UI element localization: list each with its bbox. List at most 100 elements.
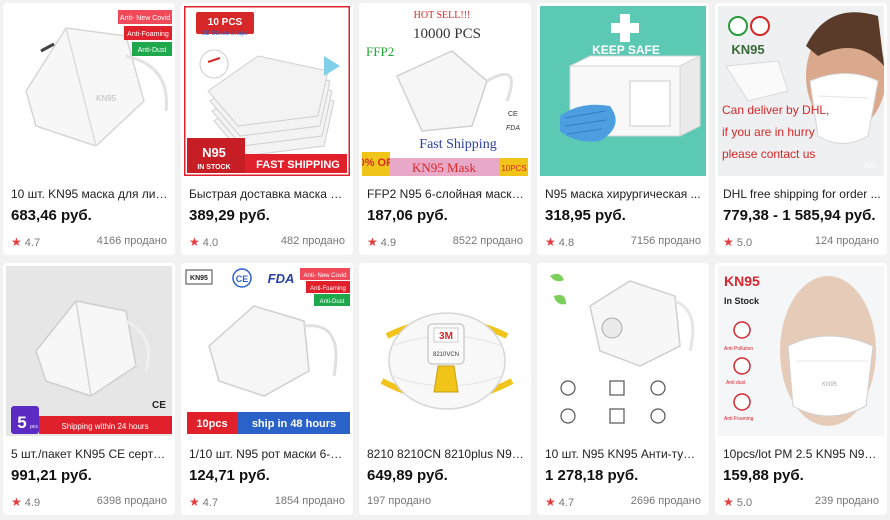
label-kn95-mask: KN95 Mask [412, 160, 476, 175]
label-shipping-24h: Shipping within 24 hours [61, 422, 148, 431]
product-title[interactable]: DHL free shipping for order ... [723, 187, 881, 201]
product-price: 124,71 руб. [189, 467, 270, 484]
label-anti-pollution: Anti Pollution [724, 346, 753, 352]
product-card[interactable]: 3M 8210VCN 8210 8210CN 8210plus N95 ... … [359, 263, 531, 515]
product-image[interactable]: 10 PCS 3D Stereo Shape N95 IN STOCK FAST… [184, 6, 350, 176]
product-sold: 124 продано [814, 235, 879, 247]
product-rating: 5.0 [736, 237, 753, 249]
product-rating: 4.8 [558, 237, 575, 249]
product-card[interactable]: KN95 In Stock Anti Pollution Anti dust A… [715, 263, 887, 515]
label-model: 8210VCN [433, 352, 459, 358]
product-title[interactable]: 10 шт. KN95 маска для лица... [11, 187, 169, 201]
star-icon: ★ [189, 495, 200, 509]
product-title[interactable]: 5 шт./пакет KN95 CE серти... [11, 447, 169, 461]
product-meta: ★ 5.0 124 продано [723, 235, 879, 249]
product-meta: ★ 4.8 7156 продано [545, 235, 701, 249]
badge-anti-covid: Anti- New Covid [303, 273, 346, 279]
product-card[interactable]: 10 шт. N95 KN95 Анти-тума... 1 278,18 ру… [537, 263, 709, 515]
label-kn95: KN95 [724, 273, 760, 289]
star-icon: ★ [189, 235, 200, 249]
label-anti-dust: Anti dust [726, 380, 746, 386]
product-image[interactable]: 3M 8210VCN [362, 266, 528, 436]
product-card[interactable]: Anti- New Covid Anti-Foaming Anti-Dust K… [3, 3, 175, 255]
product-price: 187,06 руб. [367, 207, 448, 224]
badge-anti-dust: Anti-Dust [138, 47, 167, 54]
product-title[interactable]: 10pcs/lot PM 2.5 KN95 N95 ... [723, 447, 881, 461]
label-10pcs: 10PCS [501, 164, 526, 173]
product-image[interactable]: KN95 In Stock Anti Pollution Anti dust A… [718, 266, 884, 436]
product-meta: ★ 4.7 2696 продано [545, 495, 701, 509]
product-card[interactable]: KN95 Can deliver by DHL, if you are in h… [715, 3, 887, 255]
product-image[interactable]: Anti- New Covid Anti-Foaming Anti-Dust K… [6, 6, 172, 176]
product-card[interactable]: KN95 CE FDA Anti- New Covid Anti-Foaming… [181, 263, 353, 515]
product-card[interactable]: HOT SELL!!! 10000 PCS FFP2 CE FDA Fast S… [359, 3, 531, 255]
label-in-stock: In Stock [724, 296, 760, 306]
product-card[interactable]: CE 5 pcs Shipping within 24 hours 5 шт./… [3, 263, 175, 515]
star-icon: ★ [545, 235, 556, 249]
product-title[interactable]: N95 маска хирургическая ... [545, 187, 703, 201]
product-image[interactable]: CE 5 pcs Shipping within 24 hours [6, 266, 172, 436]
product-sold: 7156 продано [630, 235, 701, 247]
product-sold: 197 продано [367, 495, 432, 507]
product-sold: 4166 продано [96, 235, 167, 247]
product-rating: 4.0 [202, 237, 219, 249]
star-icon: ★ [11, 235, 22, 249]
label-3m: 3M [439, 331, 453, 342]
star-icon: ★ [723, 495, 734, 509]
product-price: 159,88 руб. [723, 467, 804, 484]
product-sold: 1854 продано [274, 495, 345, 507]
product-sold: 2696 продано [630, 495, 701, 507]
product-title[interactable]: Быстрая доставка маска N95... [189, 187, 347, 201]
label-ffp2: FFP2 [366, 44, 394, 59]
product-price: 318,95 руб. [545, 207, 626, 224]
label-anti-foaming: Anti Foaming [724, 416, 754, 422]
product-image[interactable]: KN95 CE FDA Anti- New Covid Anti-Foaming… [184, 266, 350, 436]
mask-print: KN95 [96, 94, 117, 103]
product-meta: ★ 4.7 4166 продано [11, 235, 167, 249]
label-5: 5 [17, 413, 26, 432]
product-meta: ★ 4.9 8522 продано [367, 235, 523, 249]
label-ship-48h: ship in 48 hours [252, 418, 336, 430]
product-rating: 4.9 [380, 237, 397, 249]
badge-anti-covid: Anti- New Covid [120, 15, 170, 22]
product-image[interactable]: KN95 Can deliver by DHL, if you are in h… [718, 6, 884, 176]
label-fda: FDA [506, 125, 520, 132]
product-sold: 8522 продано [452, 235, 523, 247]
product-rating: 4.7 [24, 237, 41, 249]
label-fda: FDA [268, 271, 295, 286]
label-10pcs: 10 PCS [208, 17, 243, 28]
label-ce: CE [152, 400, 166, 411]
badge-anti-foaming: Anti-Foaming [310, 286, 346, 292]
label-ce: CE [508, 111, 518, 118]
product-price: 779,38 - 1 585,94 руб. [723, 207, 876, 224]
product-meta: ★ 5.0 239 продано [723, 495, 879, 509]
product-title[interactable]: FFP2 N95 6-слойная маска, ... [367, 187, 525, 201]
label-fast-shipping: Fast Shipping [419, 137, 496, 152]
badge-anti-dust: Anti-Dust [320, 299, 345, 305]
mask-print: KN95 [822, 382, 838, 388]
product-card[interactable]: 10 PCS 3D Stereo Shape N95 IN STOCK FAST… [181, 3, 353, 255]
label-dhl-line3: please contact us [722, 147, 815, 161]
star-icon: ★ [545, 495, 556, 509]
product-price: 683,46 руб. [11, 207, 92, 224]
label-ad: AD [864, 161, 875, 170]
star-icon: ★ [723, 235, 734, 249]
product-card[interactable]: KEEP SAFE N95 маска хирургическая ... 31… [537, 3, 709, 255]
product-title[interactable]: 10 шт. N95 KN95 Анти-тума... [545, 447, 703, 461]
product-sold: 6398 продано [96, 495, 167, 507]
product-image[interactable]: HOT SELL!!! 10000 PCS FFP2 CE FDA Fast S… [362, 6, 528, 176]
label-hot-sell: HOT SELL!!! [414, 10, 471, 21]
label-kn95: KN95 [190, 275, 208, 282]
product-image[interactable]: KEEP SAFE [540, 6, 706, 176]
product-meta: ★ 4.7 1854 продано [189, 495, 345, 509]
product-title[interactable]: 1/10 шт. N95 рот маски 6-сл... [189, 447, 347, 461]
product-grid: Anti- New Covid Anti-Foaming Anti-Dust K… [0, 0, 890, 520]
product-price: 1 278,18 руб. [545, 467, 639, 484]
product-image[interactable] [540, 266, 706, 436]
product-sold: 239 продано [814, 495, 879, 507]
product-title[interactable]: 8210 8210CN 8210plus N95 ... [367, 447, 525, 461]
label-3d-stereo: 3D Stereo Shape [202, 31, 249, 37]
product-rating: 4.7 [202, 497, 219, 509]
label-pcs: pcs [30, 424, 38, 430]
label-10000-pcs: 10000 PCS [413, 26, 481, 42]
